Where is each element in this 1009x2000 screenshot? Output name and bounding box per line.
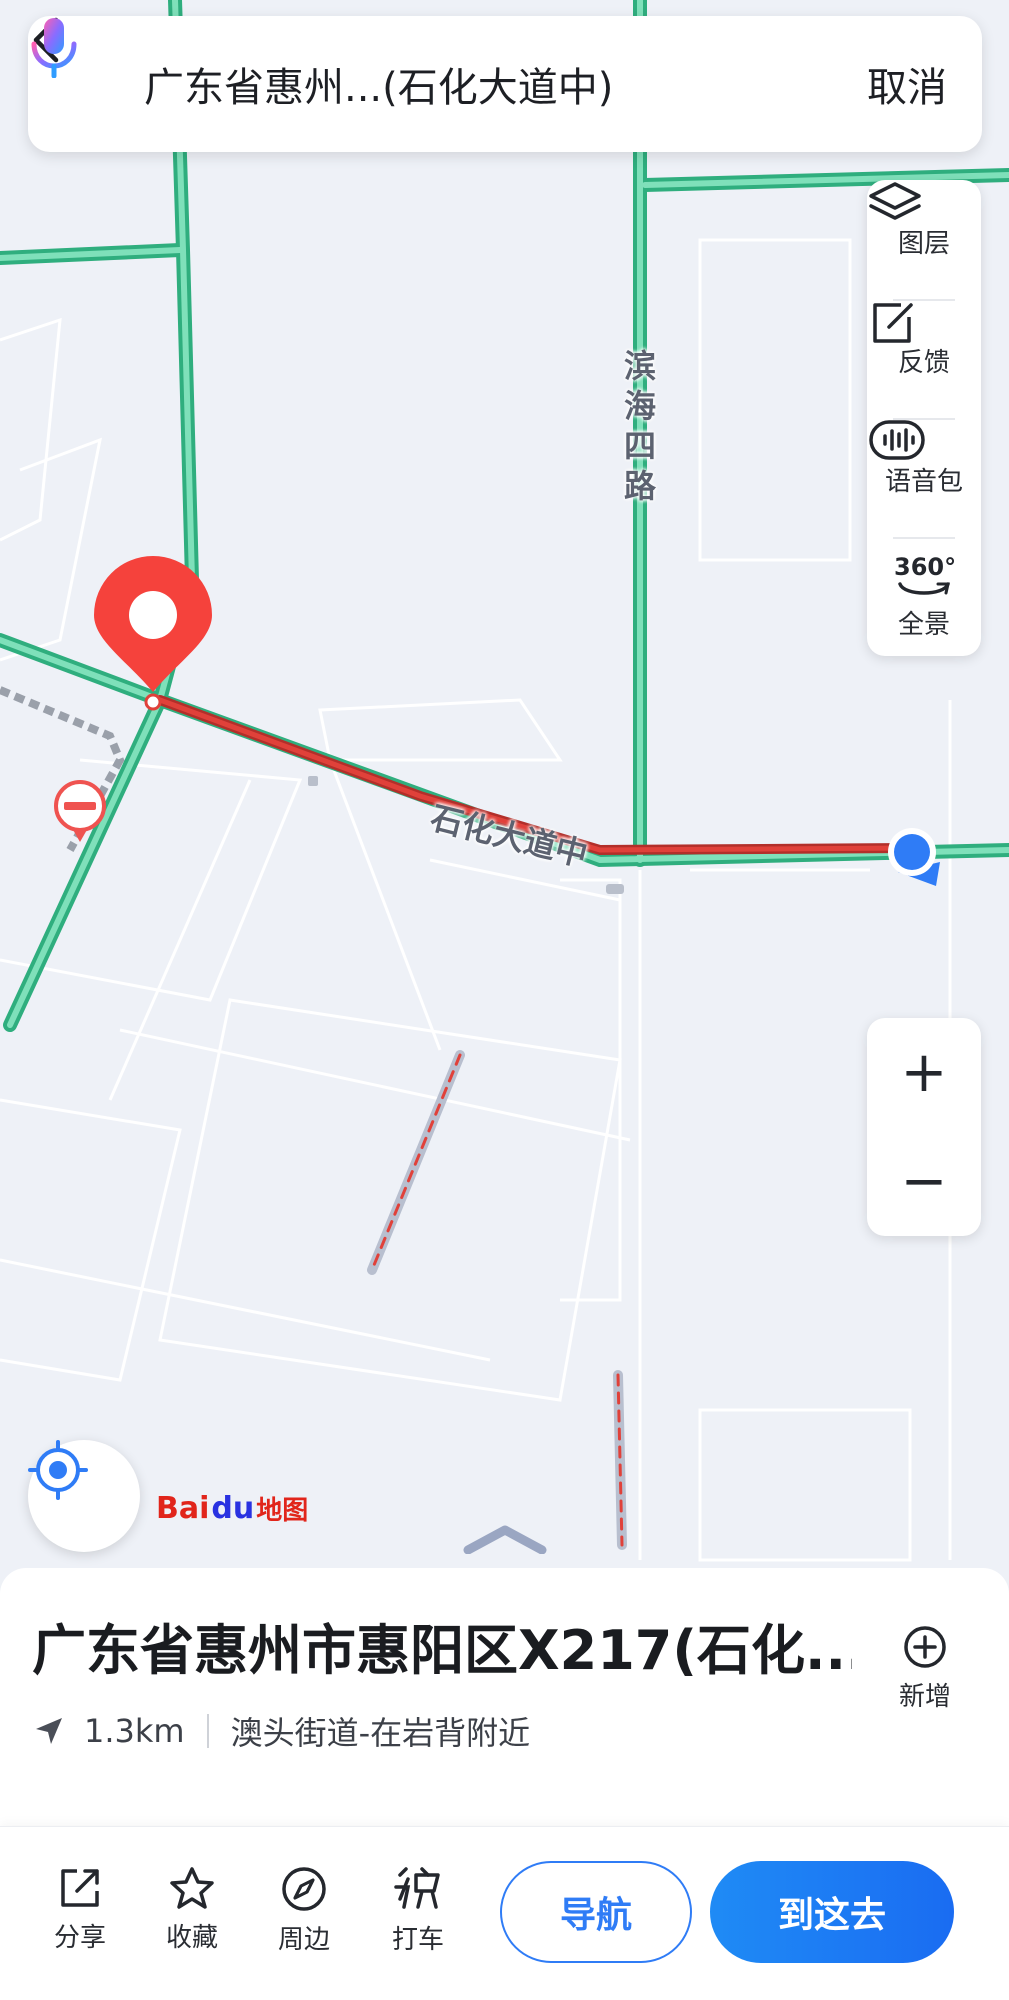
add-poi-button[interactable]: 新增 (880, 1624, 970, 1713)
logo-suffix: 地图 (256, 1496, 309, 1526)
taxi-label: 打车 (391, 1925, 444, 1955)
crosshair-location-icon (28, 1440, 88, 1500)
share-icon (61, 1869, 99, 1907)
compass-icon (282, 1867, 326, 1911)
logo-brand: Bai (156, 1491, 210, 1526)
nearby-button[interactable]: 周边 (258, 1865, 350, 1956)
poi-info-card: 广东省惠州市惠阳区X217(石化... 1.3km 澳头街道-在岩背附近 新增 (0, 1568, 1009, 1828)
navigate-button[interactable]: 导航 (500, 1861, 692, 1963)
search-query[interactable]: 广东省惠州...(石化大道中) (116, 55, 752, 113)
feedback-edit-icon (873, 303, 913, 343)
search-bar: 广东省惠州...(石化大道中) 取消 (28, 16, 982, 152)
share-label: 分享 (53, 1923, 106, 1953)
layers-label: 图层 (897, 229, 950, 259)
taxi-icon (394, 1867, 440, 1909)
poi-meta: 1.3km 澳头街道-在岩背附近 (32, 1708, 530, 1754)
plus-circle-icon (904, 1626, 946, 1668)
current-location-icon (888, 828, 940, 886)
panorama-360-icon: 360° (894, 552, 957, 600)
zoom-controls: + − (867, 1018, 981, 1236)
poi-distance: 1.3km (84, 1712, 185, 1750)
layers-icon (869, 182, 921, 220)
panorama-arc (898, 582, 950, 595)
share-button[interactable]: 分享 (34, 1865, 126, 1954)
favorite-button[interactable]: 收藏 (146, 1865, 238, 1954)
go-here-button[interactable]: 到这去 (710, 1861, 954, 1963)
poi-address: 澳头街道-在岩背附近 (230, 1714, 531, 1752)
road-label-binhai: 滨海四路 (623, 347, 656, 505)
favorite-label: 收藏 (165, 1923, 218, 1953)
navigation-arrow-icon (36, 1718, 62, 1744)
voice-pack-icon (869, 420, 925, 460)
panorama-label: 全景 (897, 610, 950, 640)
meta-divider (206, 1714, 209, 1748)
feedback-label: 反馈 (897, 348, 950, 378)
microphone-icon (31, 18, 77, 78)
locate-me-button[interactable] (28, 1440, 140, 1552)
panorama-button[interactable]: 360° 全景 (867, 537, 981, 656)
logo-paw: du (211, 1491, 255, 1526)
feedback-button[interactable]: 反馈 (867, 299, 981, 418)
voice-pack-label: 语音包 (884, 467, 963, 497)
add-poi-label: 新增 (898, 1682, 951, 1712)
map-view[interactable]: 滨海四路 石化大道中 广东省惠州...(石化大道中) 取消 图层 反馈 语音包 … (0, 0, 1009, 1580)
baidu-map-logo: Bai du 地图 (156, 1490, 308, 1527)
bottom-action-bar: 分享 收藏 周边 打车 导航 到这去 (0, 1826, 1009, 2000)
map-tools-panel: 图层 反馈 语音包 360° 全景 (867, 180, 981, 656)
nearby-label: 周边 (277, 1925, 330, 1955)
voice-pack-button[interactable]: 语音包 (867, 418, 981, 537)
chevron-up-icon (463, 1525, 547, 1554)
star-icon (170, 1867, 214, 1909)
voice-search-button[interactable] (31, 16, 832, 152)
panorama-360-text: 360° (894, 553, 957, 581)
poi-title: 广东省惠州市惠阳区X217(石化... (32, 1619, 852, 1682)
cancel-button[interactable]: 取消 (832, 55, 982, 113)
zoom-out-button[interactable]: − (867, 1127, 981, 1236)
zoom-in-button[interactable]: + (867, 1018, 981, 1127)
map-canvas (0, 0, 1009, 1562)
layers-button[interactable]: 图层 (867, 180, 981, 299)
taxi-button[interactable]: 打车 (372, 1865, 464, 1956)
